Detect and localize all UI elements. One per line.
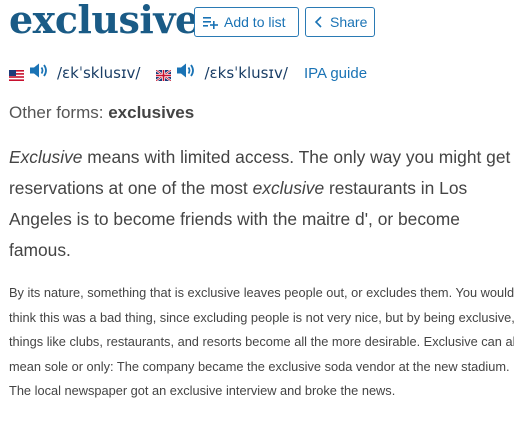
long-definition: By its nature, something that is exclusi…	[9, 285, 514, 398]
short-def-emphasis: exclusive	[252, 178, 325, 198]
us-flag-icon	[9, 68, 24, 81]
us-ipa-text: /ɛkˈsklusɪv/	[57, 64, 141, 82]
ipa-guide-link[interactable]: IPA guide	[304, 65, 367, 82]
word-title: exclusive	[9, 0, 199, 42]
other-forms-value: exclusives	[108, 103, 195, 122]
add-to-list-label: Add to list	[224, 14, 286, 30]
other-forms: Other forms: exclusives	[9, 101, 194, 125]
us-audio-speaker-icon[interactable]	[29, 62, 50, 84]
share-label: Share	[330, 14, 368, 30]
pronunciation-row: /ɛkˈsklusɪv/ /ɛksˈklusɪv/ IPA guide	[9, 60, 367, 86]
short-definition: Exclusive means with limited access. The…	[9, 142, 514, 266]
short-def-lead: Exclusive	[9, 147, 83, 167]
other-forms-label: Other forms:	[9, 103, 104, 122]
uk-audio-speaker-icon[interactable]	[176, 62, 197, 84]
uk-flag-icon	[155, 68, 173, 82]
word-header: exclusive	[9, 0, 199, 44]
uk-ipa-text: /ɛksˈklusɪv/	[204, 64, 288, 82]
share-button[interactable]: Share	[305, 7, 375, 37]
add-list-icon	[203, 16, 218, 29]
share-icon	[314, 16, 324, 28]
add-to-list-button[interactable]: Add to list	[194, 7, 299, 37]
